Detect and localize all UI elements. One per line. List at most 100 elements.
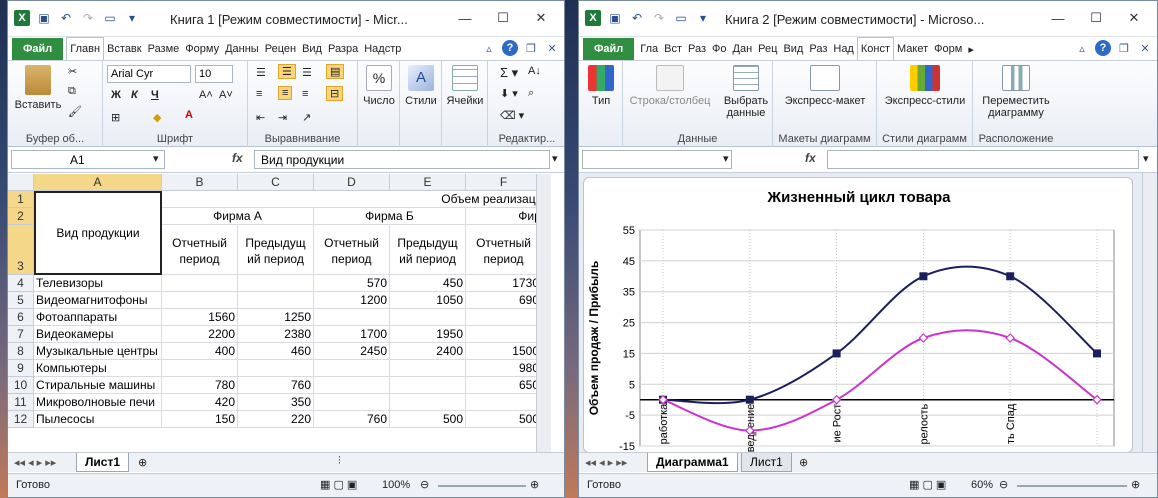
select-all-corner[interactable] bbox=[8, 174, 34, 191]
column-header-d[interactable]: D bbox=[314, 174, 390, 191]
indent-decrease-icon[interactable]: ⇤ bbox=[256, 111, 265, 124]
cell-volume-header[interactable]: Объем реализации bbox=[162, 191, 551, 208]
tab-page-layout[interactable]: Разме bbox=[145, 38, 183, 60]
styles-button[interactable]: A Стили bbox=[402, 65, 440, 107]
value-cell[interactable]: 1950 bbox=[390, 326, 466, 343]
value-cell[interactable]: 1730 bbox=[466, 275, 542, 292]
column-header-f[interactable]: F bbox=[466, 174, 542, 191]
number-button[interactable]: % Число bbox=[360, 65, 398, 107]
excel-logo-icon[interactable]: X bbox=[585, 10, 601, 26]
close-book-icon[interactable]: ✕ bbox=[1137, 40, 1153, 56]
sheet-nav-icon[interactable]: ◂◂ ◂ ▸ ▸▸ bbox=[14, 456, 56, 469]
value-cell[interactable]: 450 bbox=[390, 275, 466, 292]
select-data-button[interactable]: Выбрать данные bbox=[721, 65, 771, 119]
row-header[interactable]: 10 bbox=[8, 377, 34, 394]
namebox-dropdown-icon[interactable]: ▾ bbox=[723, 152, 729, 165]
merge-center-icon[interactable]: ⊟ bbox=[326, 86, 344, 101]
help-icon[interactable]: ? bbox=[502, 40, 518, 56]
zoom-out-icon[interactable]: ⊖ bbox=[999, 478, 1008, 491]
value-cell[interactable]: 350 bbox=[238, 394, 314, 411]
move-chart-button[interactable]: Переместить диаграмму bbox=[975, 65, 1057, 119]
borders-icon[interactable]: ⊞ bbox=[111, 111, 120, 124]
value-cell[interactable]: 150 bbox=[162, 411, 238, 428]
product-name-cell[interactable]: Фотоаппараты bbox=[34, 309, 162, 326]
value-cell[interactable] bbox=[390, 360, 466, 377]
autosum-icon[interactable]: Σ ▾ bbox=[500, 65, 518, 81]
grow-font-icon[interactable]: A˄ bbox=[199, 89, 213, 101]
save-icon[interactable]: ▣ bbox=[36, 10, 52, 26]
row-header[interactable]: 8 bbox=[8, 343, 34, 360]
value-cell[interactable] bbox=[238, 292, 314, 309]
product-name-cell[interactable]: Музыкальные центры bbox=[34, 343, 162, 360]
save-icon[interactable]: ▣ bbox=[607, 10, 623, 26]
value-cell[interactable]: 1050 bbox=[390, 292, 466, 309]
fill-icon[interactable]: ⬇ ▾ bbox=[500, 87, 518, 100]
fx-icon[interactable]: fx bbox=[232, 151, 243, 165]
value-cell[interactable]: 2200 bbox=[162, 326, 238, 343]
undo-icon[interactable]: ↶ bbox=[58, 10, 74, 26]
tab-insert[interactable]: Вст bbox=[661, 38, 685, 60]
value-cell[interactable]: 570 bbox=[314, 275, 390, 292]
column-header-b[interactable]: B bbox=[162, 174, 238, 191]
change-type-button[interactable]: Тип bbox=[583, 65, 619, 107]
shrink-font-icon[interactable]: A˅ bbox=[219, 89, 233, 101]
underline-button[interactable]: Ч bbox=[151, 89, 159, 101]
align-left-icon[interactable]: ≡ bbox=[256, 88, 262, 100]
value-cell[interactable]: 220 bbox=[238, 411, 314, 428]
value-cell[interactable]: 1250 bbox=[238, 309, 314, 326]
tab-addins[interactable]: Надстр bbox=[361, 38, 404, 60]
paste-button[interactable]: Вставить bbox=[12, 65, 64, 111]
value-cell[interactable]: 690 bbox=[466, 292, 542, 309]
tab-view[interactable]: Вид bbox=[299, 38, 325, 60]
value-cell[interactable] bbox=[162, 275, 238, 292]
tab-page-layout[interactable]: Раз bbox=[685, 38, 709, 60]
value-cell[interactable]: 650 bbox=[466, 377, 542, 394]
insert-sheet-icon[interactable]: ⊕ bbox=[138, 456, 147, 469]
cell-b3[interactable]: Отчетный период bbox=[162, 225, 238, 275]
value-cell[interactable] bbox=[162, 360, 238, 377]
row-header[interactable]: 7 bbox=[8, 326, 34, 343]
name-box[interactable] bbox=[582, 150, 732, 169]
value-cell[interactable]: 500 bbox=[390, 411, 466, 428]
value-cell[interactable] bbox=[238, 360, 314, 377]
cell-c3[interactable]: Предыдущ ий период bbox=[238, 225, 314, 275]
product-name-cell[interactable]: Микроволновые печи bbox=[34, 394, 162, 411]
zoom-slider[interactable] bbox=[438, 485, 526, 487]
product-name-cell[interactable]: Телевизоры bbox=[34, 275, 162, 292]
maximize-icon[interactable]: ☐ bbox=[484, 7, 522, 29]
value-cell[interactable]: 460 bbox=[238, 343, 314, 360]
value-cell[interactable]: 760 bbox=[238, 377, 314, 394]
row-header[interactable]: 2 bbox=[8, 208, 34, 225]
row-header[interactable]: 3 bbox=[8, 225, 34, 275]
tab-view[interactable]: Вид bbox=[780, 38, 806, 60]
value-cell[interactable]: 2380 bbox=[238, 326, 314, 343]
font-size-combo[interactable]: 10 bbox=[195, 65, 233, 83]
cell-f3[interactable]: Отчетный период bbox=[466, 225, 542, 275]
value-cell[interactable] bbox=[314, 377, 390, 394]
zoom-level[interactable]: 100% bbox=[382, 479, 410, 491]
minimize-icon[interactable]: — bbox=[446, 7, 484, 29]
value-cell[interactable]: 500 bbox=[466, 411, 542, 428]
cell-d3[interactable]: Отчетный период bbox=[314, 225, 390, 275]
column-header-c[interactable]: C bbox=[238, 174, 314, 191]
value-cell[interactable] bbox=[390, 377, 466, 394]
align-center-icon[interactable]: ≡ bbox=[278, 86, 293, 100]
tab-review[interactable]: Рец bbox=[755, 38, 780, 60]
zoom-out-icon[interactable]: ⊖ bbox=[420, 478, 429, 491]
value-cell[interactable] bbox=[466, 326, 542, 343]
close-icon[interactable]: ✕ bbox=[522, 7, 560, 29]
quick-styles-button[interactable]: Экспресс-стили bbox=[879, 65, 971, 107]
redo-icon[interactable]: ↷ bbox=[80, 10, 96, 26]
restore-icon[interactable]: ❐ bbox=[523, 40, 539, 56]
tab-formulas[interactable]: Форму bbox=[182, 38, 222, 60]
restore-icon[interactable]: ❐ bbox=[1116, 40, 1132, 56]
chart-area[interactable]: Жизненный цикл товара -15 -5 5 15 25 35 45 55 Объ… bbox=[583, 177, 1133, 453]
vertical-scrollbar[interactable] bbox=[1142, 173, 1157, 452]
value-cell[interactable]: 780 bbox=[162, 377, 238, 394]
row-header[interactable]: 6 bbox=[8, 309, 34, 326]
tab-scroll-right-icon[interactable]: ▸ bbox=[965, 38, 977, 60]
align-bottom-icon[interactable]: ☰ bbox=[302, 66, 312, 79]
cells-button[interactable]: Ячейки bbox=[444, 65, 486, 107]
value-cell[interactable]: 2450 bbox=[314, 343, 390, 360]
formula-input[interactable] bbox=[827, 150, 1139, 169]
